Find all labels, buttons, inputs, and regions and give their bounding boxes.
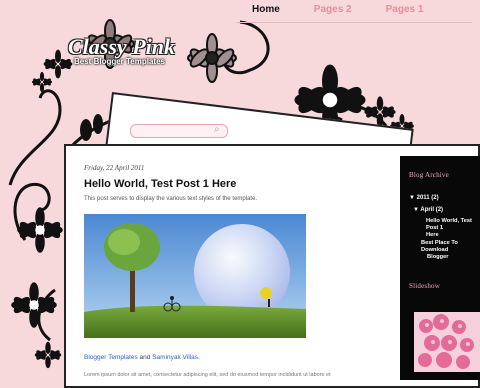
archive-post-2[interactable]: Best Place To Download Blogger bbox=[421, 240, 480, 261]
nav-pages-2[interactable]: Pages 2 bbox=[298, 4, 352, 22]
post-title[interactable]: Hello World, Test Post 1 Here bbox=[84, 178, 236, 190]
post-date: Friday, 22 April 2011 bbox=[84, 164, 145, 172]
archive-year-label[interactable]: 2011 (2) bbox=[417, 195, 439, 201]
credit-link-blogger-templates[interactable]: Blogger Templates bbox=[84, 354, 138, 361]
post-credits: Blogger Templates and Saminyak Villas. bbox=[84, 354, 200, 361]
credit-and: and bbox=[139, 354, 151, 361]
search-icon[interactable]: ⌕ bbox=[214, 124, 220, 135]
archive-post-1-line2[interactable]: Here bbox=[426, 232, 439, 238]
top-navigation: Home Pages 2 Pages 1 bbox=[236, 4, 472, 23]
archive-post-2-line2[interactable]: Blogger bbox=[427, 254, 449, 260]
credit-link-saminyak-villas[interactable]: Saminyak Villas. bbox=[152, 354, 200, 361]
post-description: This post serves to display the various … bbox=[84, 196, 258, 202]
post-body-truncated: Lorem ipsum dolor sit amet, consectetur … bbox=[84, 372, 331, 378]
nav-home[interactable]: Home bbox=[236, 4, 280, 22]
sidebar-archive-title: Blog Archive bbox=[409, 171, 449, 179]
archive-year[interactable]: ▼ 2011 (2) bbox=[409, 195, 439, 202]
archive-post-1-line1[interactable]: Hello World, Test Post 1 bbox=[426, 218, 472, 231]
post-image bbox=[84, 214, 306, 338]
archive-post-1[interactable]: Hello World, Test Post 1 Here bbox=[426, 218, 480, 239]
slideshow-image[interactable] bbox=[414, 312, 480, 372]
sidebar-slideshow-title: Slideshow bbox=[409, 282, 440, 290]
archive-month[interactable]: ▼ April (2) bbox=[413, 207, 443, 214]
archive-month-label[interactable]: April (2) bbox=[420, 207, 443, 213]
archive-post-2-line1[interactable]: Best Place To Download bbox=[421, 240, 458, 253]
site-description: Best Blogger Templates bbox=[74, 57, 165, 66]
nav-pages-1[interactable]: Pages 1 bbox=[370, 4, 424, 22]
